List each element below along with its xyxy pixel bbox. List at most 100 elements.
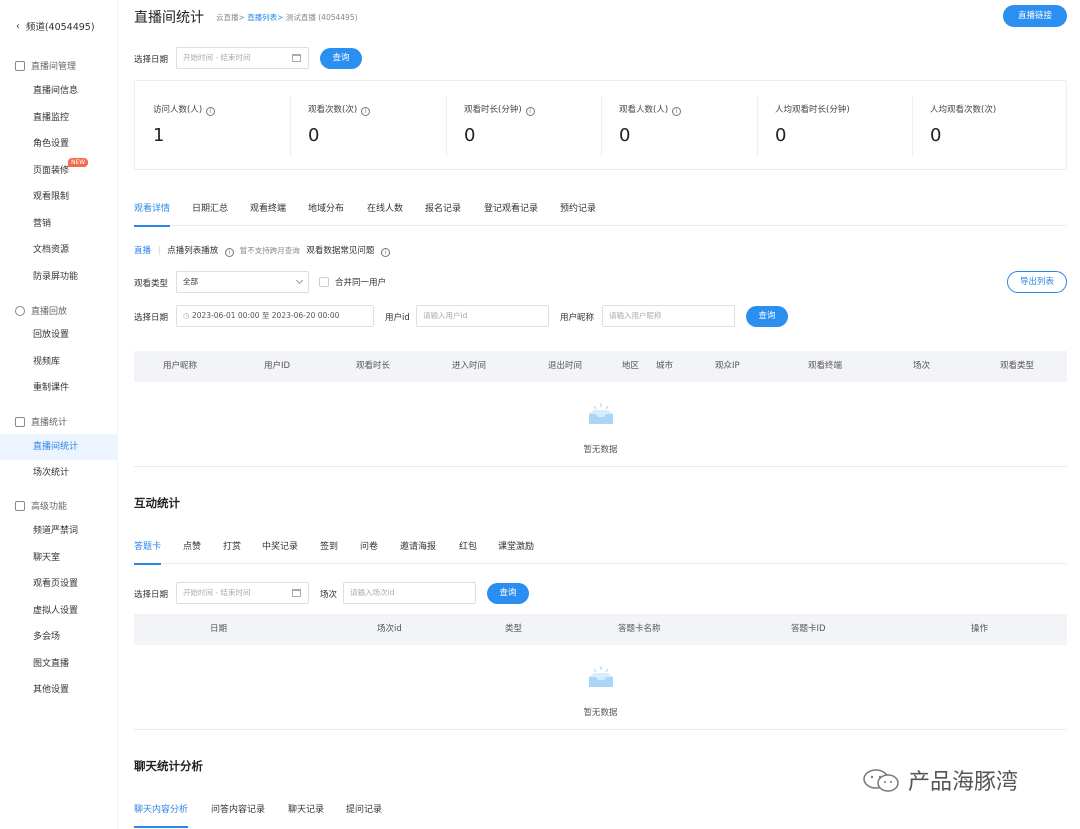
col-card-id: 答题卡ID [791, 624, 826, 634]
tab-checkin[interactable]: 签到 [320, 540, 338, 564]
stat-value: 0 [619, 125, 631, 146]
info-icon[interactable]: i [672, 107, 682, 116]
sub-nav: 直播 | 点播列表播放 i 暂不支持跨月查询 观看数据常见问题 i [134, 244, 391, 257]
tab-question-records[interactable]: 提问记录 [346, 803, 382, 827]
sub-nav-replay[interactable]: 点播列表播放 [167, 246, 218, 256]
sidebar-item-other-settings[interactable]: 其他设置 [0, 677, 118, 703]
col-session: 场次 [913, 361, 931, 371]
crumb-cloud-live[interactable]: 云直播> [216, 13, 245, 22]
sidebar-item-page-decor[interactable]: 页面装修 NEW [0, 158, 118, 184]
sidebar-item-watch-page[interactable]: 观看页设置 [0, 571, 118, 597]
interaction-title: 互动统计 [134, 496, 180, 510]
col-watch-duration: 观看时长 [356, 361, 391, 371]
tab-lottery[interactable]: 中奖记录 [262, 540, 298, 564]
group-label: 直播间管理 [31, 62, 77, 72]
export-list-button[interactable]: 导出列表 [1007, 271, 1067, 293]
sidebar-item-anti-record[interactable]: 防录屏功能 [0, 264, 118, 290]
watch-type-select[interactable]: 全部 [176, 271, 309, 293]
sidebar-item-video-library[interactable]: 视频库 [0, 349, 118, 375]
sidebar-item-room-stats[interactable]: 直播间统计 [0, 434, 118, 460]
col-session-id: 场次id [377, 624, 402, 634]
info-icon[interactable]: i [361, 107, 371, 116]
watch-table-header: 用户昵称 用户ID 观看时长 进入时间 退出时间 地区 城市 观众IP 观看终端… [134, 351, 1067, 382]
sidebar-group-advanced[interactable]: 高级功能 [15, 499, 67, 512]
sidebar-item-chatroom[interactable]: 聊天室 [0, 545, 118, 571]
chart-icon [15, 416, 25, 427]
sidebar-group-stats[interactable]: 直播统计 [15, 415, 67, 428]
live-link-button[interactable]: 直播链接 [1003, 5, 1067, 27]
sidebar-item-roles[interactable]: 角色设置 [0, 131, 118, 157]
back-to-channel[interactable]: ‹ 频道(4054495) [16, 19, 95, 34]
tab-chat-records[interactable]: 聊天记录 [288, 803, 324, 827]
info-icon[interactable]: i [225, 248, 235, 257]
tab-survey[interactable]: 问卷 [360, 540, 378, 564]
tab-invite-poster[interactable]: 邀请海报 [400, 540, 436, 564]
user-id-input[interactable]: 请输入用户id [416, 305, 549, 327]
sidebar-item-session-stats[interactable]: 场次统计 [0, 460, 118, 486]
chevron-left-icon: ‹ [16, 20, 20, 32]
stat-value: 0 [930, 125, 942, 146]
tab-signup-records[interactable]: 报名记录 [425, 202, 461, 226]
sidebar-item-multi-venue[interactable]: 多会场 [0, 624, 118, 650]
sidebar-item-monitor[interactable]: 直播监控 [0, 105, 118, 131]
stat-value: 0 [464, 125, 476, 146]
tab-booking-records[interactable]: 预约记录 [560, 202, 596, 226]
session-id-input[interactable]: 请输入场次id [343, 582, 476, 604]
col-region: 地区 [622, 361, 640, 371]
stat-value: 0 [308, 125, 320, 146]
tab-answer-card[interactable]: 答题卡 [134, 540, 162, 565]
new-badge: NEW [68, 158, 89, 167]
tab-qa-records[interactable]: 问答内容记录 [211, 803, 265, 827]
crumb-live-list[interactable]: 直播列表> [247, 13, 283, 22]
merge-user-checkbox[interactable]: 合并同一用户 [319, 276, 386, 288]
tab-chat-content[interactable]: 聊天内容分析 [134, 803, 189, 828]
group-label: 高级功能 [31, 502, 68, 512]
sidebar-item-watch-limit[interactable]: 观看限制 [0, 184, 118, 210]
empty-box-icon [589, 666, 613, 687]
tab-online-count[interactable]: 在线人数 [367, 202, 403, 226]
watch-type-label: 观看类型 [134, 279, 169, 289]
sidebar-item-remake-courseware[interactable]: 重制课件 [0, 375, 118, 401]
tab-region[interactable]: 地域分布 [308, 202, 344, 226]
nickname-label: 用户昵称 [560, 313, 595, 323]
date-range-input[interactable]: ◷ 2023-06-01 00:00 至 2023-06-20 00:00 [176, 305, 374, 327]
date-label: 选择日期 [134, 55, 169, 65]
empty-box-icon [589, 403, 613, 424]
tab-class-incentive[interactable]: 课堂激励 [498, 540, 534, 564]
col-viewer-ip: 观众IP [715, 361, 740, 371]
sidebar-item-banned-words[interactable]: 频道严禁词 [0, 518, 118, 544]
info-icon[interactable]: i [525, 107, 535, 116]
tab-date-summary[interactable]: 日期汇总 [192, 202, 228, 226]
tab-watch-details[interactable]: 观看详情 [134, 202, 171, 227]
checkbox[interactable] [319, 277, 329, 287]
info-icon[interactable]: i [206, 107, 216, 116]
tab-watch-terminal[interactable]: 观看终端 [250, 202, 286, 226]
tab-likes[interactable]: 点赞 [183, 540, 201, 564]
info-icon[interactable]: i [381, 248, 391, 257]
play-screen-icon [15, 60, 25, 71]
sub-nav-live[interactable]: 直播 [134, 246, 151, 256]
tab-tips[interactable]: 打赏 [223, 540, 241, 564]
col-watch-terminal: 观看终端 [808, 361, 843, 371]
query-button[interactable]: 查询 [746, 306, 788, 327]
col-type: 类型 [505, 624, 523, 634]
col-user-id: 用户ID [264, 361, 291, 371]
sidebar-item-room-info[interactable]: 直播间信息 [0, 78, 118, 104]
date-range-input[interactable]: 开始时间 - 结束时间 [176, 582, 309, 604]
query-button[interactable]: 查询 [320, 48, 362, 69]
sidebar-group-live-management[interactable]: 直播间管理 [15, 59, 76, 72]
query-button[interactable]: 查询 [487, 583, 529, 604]
sidebar-item-docs[interactable]: 文档资源 [0, 237, 118, 263]
sidebar-item-replay-settings[interactable]: 回放设置 [0, 322, 118, 348]
faq-link[interactable]: 观看数据常见问题 [306, 246, 374, 256]
sidebar-group-replay[interactable]: 直播回放 [15, 304, 67, 317]
wechat-icon [863, 769, 899, 792]
calendar-icon [292, 54, 301, 62]
tab-red-packet[interactable]: 红包 [459, 540, 477, 564]
nickname-input[interactable]: 请输入用户昵称 [602, 305, 735, 327]
date-range-input[interactable]: 开始时间 - 结束时间 [176, 47, 309, 69]
sidebar-item-virtual-people[interactable]: 虚拟人设置 [0, 598, 118, 624]
tab-register-watch[interactable]: 登记观看记录 [484, 202, 538, 226]
sidebar-item-graphic-live[interactable]: 图文直播 [0, 651, 118, 677]
sidebar-item-marketing[interactable]: 营销 [0, 211, 118, 237]
